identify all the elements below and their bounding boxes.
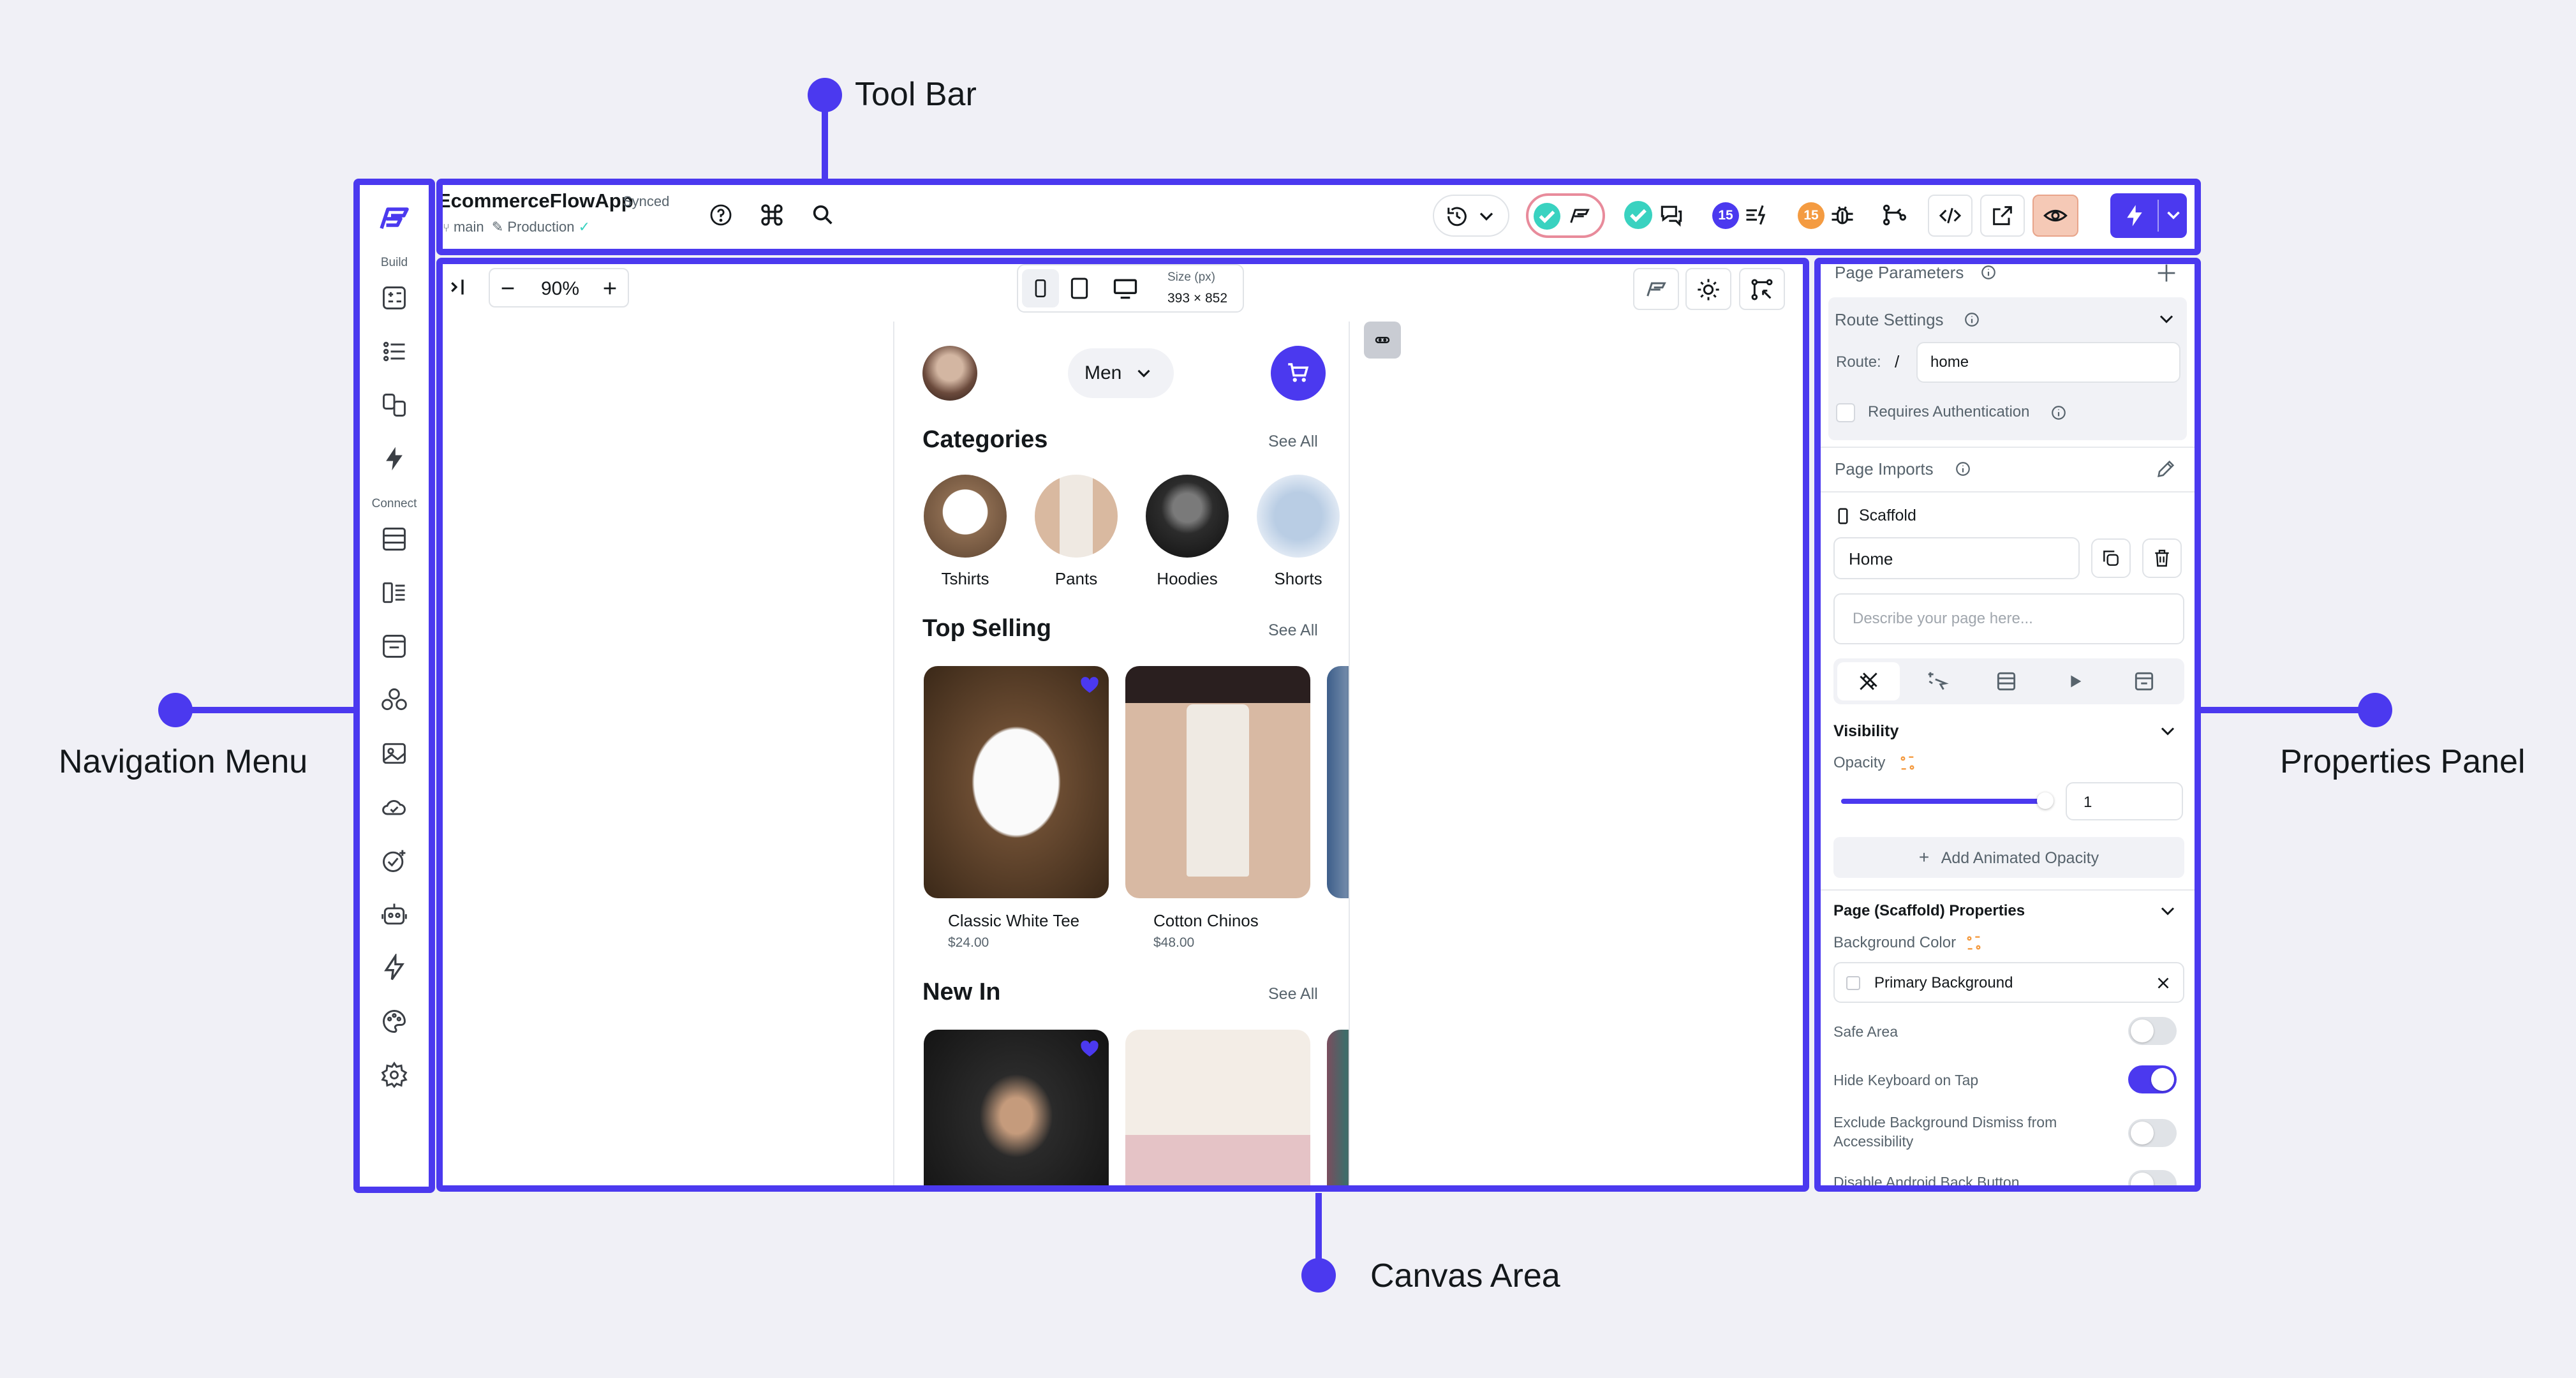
navigation-highlight [353, 179, 435, 1193]
properties-highlight [1814, 258, 2201, 1192]
canvas-callout-dot [1301, 1258, 1336, 1293]
toolbar-callout-label: Tool Bar [855, 76, 977, 113]
canvas-highlight [436, 258, 1809, 1192]
navigation-callout-line [185, 707, 357, 713]
properties-callout-label: Properties Panel [2280, 743, 2526, 780]
properties-callout-line [2200, 707, 2365, 713]
canvas-callout-label: Canvas Area [1370, 1257, 1560, 1294]
navigation-callout-label: Navigation Menu [59, 743, 308, 780]
toolbar-highlight [436, 179, 2201, 255]
toolbar-callout-line [822, 96, 828, 182]
canvas-callout-line [1315, 1193, 1322, 1263]
